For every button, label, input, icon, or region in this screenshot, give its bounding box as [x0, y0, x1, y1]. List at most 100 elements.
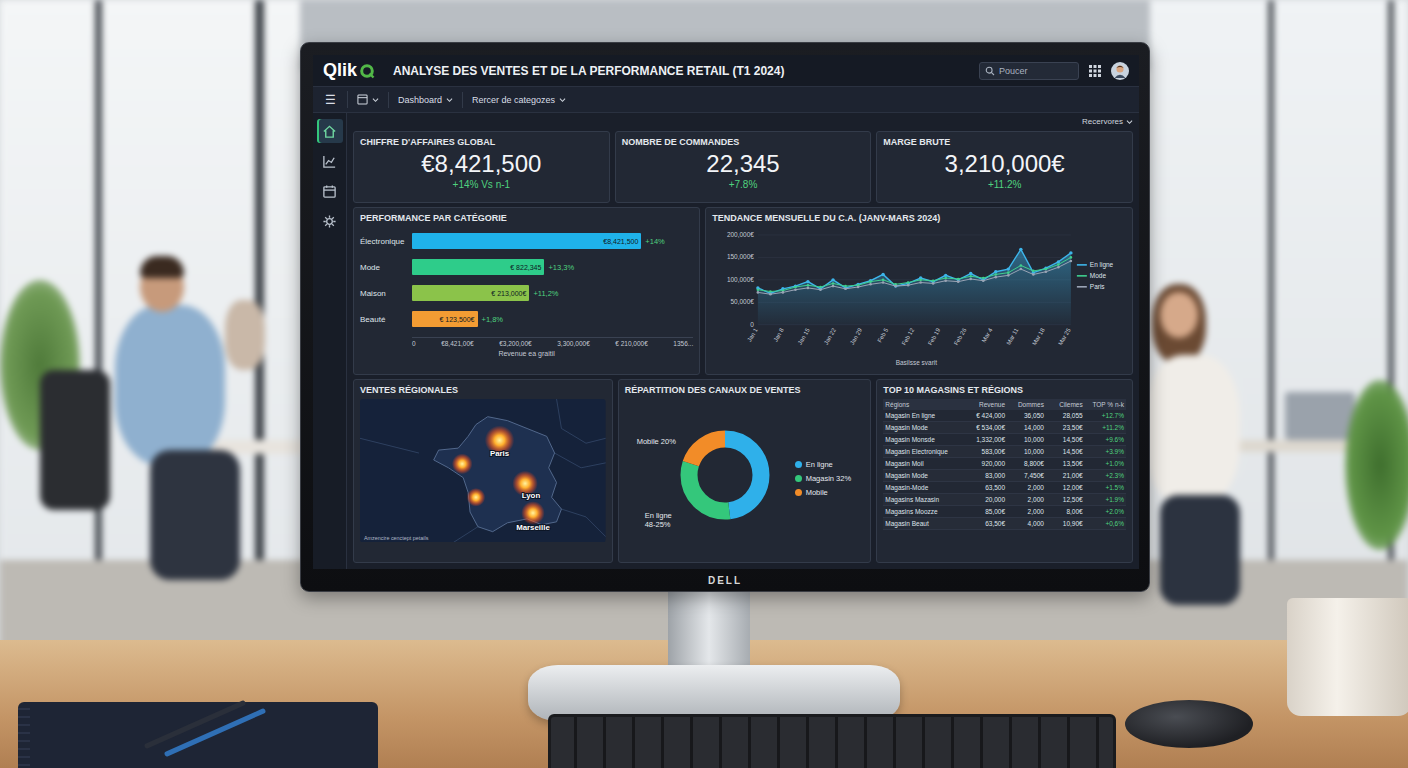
data-point[interactable]: [857, 286, 860, 289]
data-point[interactable]: [907, 284, 910, 287]
table-row[interactable]: Magasin Monsde1,332,00€10,00014,50€+9.6%: [883, 434, 1126, 446]
data-point[interactable]: [882, 279, 885, 282]
column-header[interactable]: Régions: [883, 399, 963, 410]
data-point[interactable]: [969, 272, 972, 275]
sidebar-item[interactable]: [317, 119, 343, 143]
data-point[interactable]: [894, 284, 897, 287]
data-point[interactable]: [1032, 270, 1035, 273]
column-header[interactable]: TOP % n-k: [1085, 399, 1126, 410]
sidebar-item[interactable]: [317, 209, 343, 233]
data-point[interactable]: [807, 287, 810, 290]
data-point[interactable]: [945, 277, 948, 280]
data-point[interactable]: [895, 285, 898, 288]
data-point[interactable]: [869, 280, 872, 283]
map-hotspot[interactable]: [452, 454, 473, 475]
data-point[interactable]: [794, 288, 797, 291]
map-hotspot[interactable]: [467, 488, 486, 507]
qlik-logo[interactable]: Qlik: [323, 60, 375, 81]
data-point[interactable]: [857, 283, 860, 286]
data-point[interactable]: [819, 286, 822, 289]
toolbar-dropdown[interactable]: Dashboard: [388, 92, 462, 108]
toolbar-dropdown[interactable]: Rercer de categozes: [462, 92, 575, 108]
apps-grid-icon[interactable]: [1089, 65, 1101, 77]
data-point[interactable]: [869, 283, 872, 286]
data-point[interactable]: [832, 278, 835, 281]
menu-button[interactable]: ☰: [313, 93, 347, 107]
view-dropdown[interactable]: Recervores: [353, 116, 1133, 127]
data-point[interactable]: [869, 279, 872, 282]
table-row[interactable]: Magasin Moil920,0008,800€13,50€+1.0%: [883, 458, 1126, 470]
column-header[interactable]: Revenue: [963, 399, 1007, 410]
data-point[interactable]: [1057, 266, 1060, 269]
data-point[interactable]: [1019, 248, 1022, 251]
sheet-button[interactable]: [347, 91, 388, 108]
data-point[interactable]: [882, 281, 885, 284]
sidebar-item[interactable]: [317, 149, 343, 173]
data-point[interactable]: [970, 275, 973, 278]
search-input[interactable]: [999, 66, 1073, 76]
data-point[interactable]: [1045, 270, 1048, 273]
data-point[interactable]: [920, 279, 923, 282]
donut-segment[interactable]: [689, 439, 761, 511]
data-point[interactable]: [769, 290, 772, 293]
table-row[interactable]: Magasin-Mode63,5002,00012,00€+1.5%: [883, 482, 1126, 494]
data-point[interactable]: [1045, 268, 1048, 271]
table-row[interactable]: Magasin Mode€ 534,00€14,00023,50€+11.2%: [883, 422, 1126, 434]
data-point[interactable]: [832, 285, 835, 288]
data-point[interactable]: [932, 282, 935, 285]
column-header[interactable]: Dommes: [1007, 399, 1046, 410]
search-box[interactable]: [979, 62, 1079, 80]
table-row[interactable]: Magasins Moozze85,00€2,0008,00€+2.0%: [883, 506, 1126, 518]
data-point[interactable]: [970, 278, 973, 281]
data-point[interactable]: [982, 279, 985, 282]
table-row[interactable]: Magasins Mazasin20,0002,00012,50€+1.9%: [883, 494, 1126, 506]
data-point[interactable]: [945, 279, 948, 282]
data-point[interactable]: [1020, 264, 1023, 267]
data-point[interactable]: [920, 281, 923, 284]
data-point[interactable]: [907, 281, 910, 284]
data-point[interactable]: [957, 280, 960, 283]
data-point[interactable]: [769, 293, 772, 296]
france-map[interactable]: ParisLyonMarseilleAmzencire cenctept pet…: [360, 399, 606, 542]
data-point[interactable]: [807, 284, 810, 287]
data-point[interactable]: [1007, 267, 1010, 270]
data-point[interactable]: [957, 278, 960, 281]
data-point[interactable]: [757, 291, 760, 294]
user-avatar-icon[interactable]: [1111, 62, 1129, 80]
data-point[interactable]: [995, 276, 998, 279]
data-point[interactable]: [1032, 273, 1035, 276]
table-row[interactable]: Magasin Electronique583,00€10,00014,50€+…: [883, 446, 1126, 458]
map-hotspot[interactable]: [521, 501, 545, 525]
data-point[interactable]: [932, 279, 935, 282]
data-point[interactable]: [982, 277, 985, 280]
data-point[interactable]: [844, 288, 847, 291]
table-row[interactable]: Magasin Mode83,0007,450€21,00€+2.3%: [883, 470, 1126, 482]
data-point[interactable]: [794, 286, 797, 289]
data-point[interactable]: [1007, 271, 1010, 274]
table-row[interactable]: Magasin En ligne€ 424,00036,05028,055+12…: [883, 410, 1126, 422]
donut-segment[interactable]: [689, 439, 761, 511]
data-point[interactable]: [806, 280, 809, 283]
data-point[interactable]: [832, 282, 835, 285]
data-point[interactable]: [995, 273, 998, 276]
data-point[interactable]: [1070, 260, 1073, 263]
data-point[interactable]: [819, 288, 822, 291]
data-point[interactable]: [1007, 274, 1010, 277]
data-point[interactable]: [944, 274, 947, 277]
donut-segment[interactable]: [689, 439, 761, 511]
data-point[interactable]: [794, 284, 797, 287]
data-point[interactable]: [1057, 263, 1060, 266]
data-point[interactable]: [1020, 268, 1023, 271]
data-point[interactable]: [844, 285, 847, 288]
bar-label: Beauté: [360, 315, 412, 324]
column-header[interactable]: Cilemes: [1046, 399, 1085, 410]
table-row[interactable]: Magasin Beaut63,50€4,00010,90€+0,6%: [883, 518, 1126, 530]
data-point[interactable]: [757, 288, 760, 291]
data-point[interactable]: [994, 270, 997, 273]
data-point[interactable]: [1069, 251, 1072, 254]
data-point[interactable]: [1070, 256, 1073, 259]
data-point[interactable]: [782, 291, 785, 294]
data-point[interactable]: [1057, 260, 1060, 263]
data-point[interactable]: [882, 273, 885, 276]
sidebar-item[interactable]: [317, 179, 343, 203]
